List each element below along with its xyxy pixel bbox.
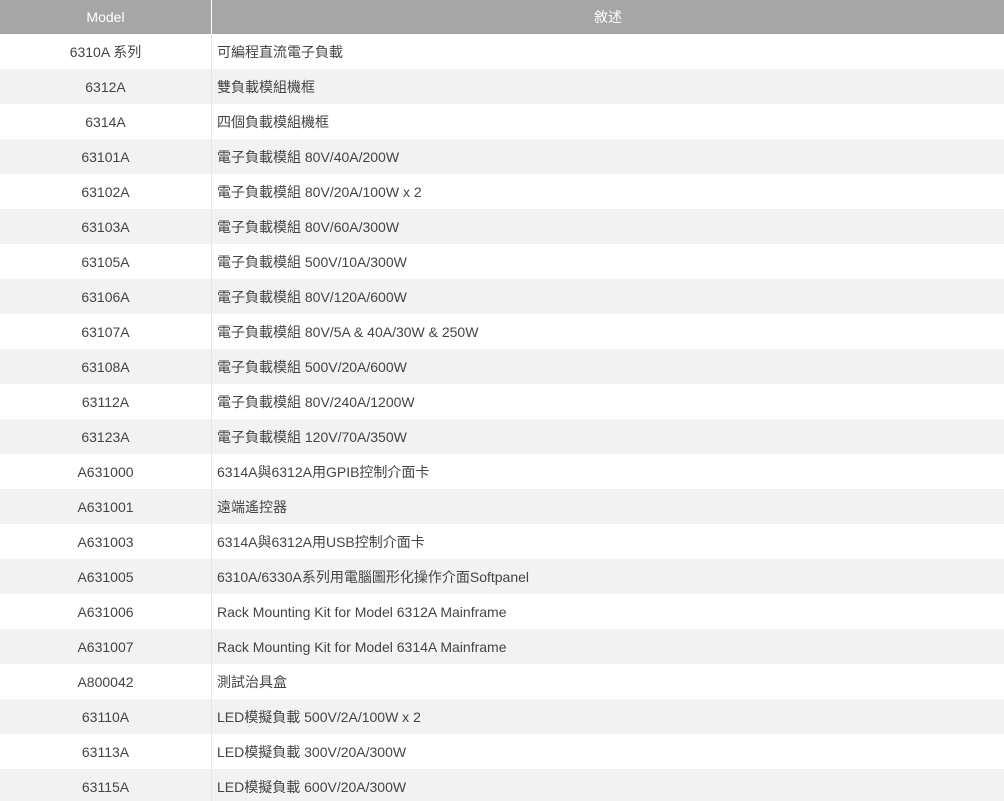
table-row: 6310A 系列 可編程直流電子負載 [0, 34, 1004, 69]
description-cell: 電子負載模組 80V/20A/100W x 2 [211, 174, 1004, 209]
table-row: 63106A 電子負載模組 80V/120A/600W [0, 279, 1004, 314]
model-cell: 63113A [0, 734, 212, 769]
table-row: 63107A 電子負載模組 80V/5A & 40A/30W & 250W [0, 314, 1004, 349]
header-description: 敘述 [211, 0, 1004, 34]
description-cell: 雙負載模組機框 [211, 69, 1004, 104]
table-row: A631001 遠端遙控器 [0, 489, 1004, 524]
table-header: Model 敘述 [0, 0, 1004, 34]
table-row: 6314A 四個負載模組機框 [0, 104, 1004, 139]
model-cell: 6310A 系列 [0, 34, 212, 69]
table-row: A631005 6310A/6330A系列用電腦圖形化操作介面Softpanel [0, 559, 1004, 594]
table-row: 63101A 電子負載模組 80V/40A/200W [0, 139, 1004, 174]
model-table: Model 敘述 6310A 系列 可編程直流電子負載 6312A 雙負載模組機框 63… [0, 0, 1004, 801]
table-row: 63112A 電子負載模組 80V/240A/1200W [0, 384, 1004, 419]
model-cell: 63123A [0, 419, 212, 454]
table-row: 63105A 電子負載模組 500V/10A/300W [0, 244, 1004, 279]
table-row: 63108A 電子負載模組 500V/20A/600W [0, 349, 1004, 384]
model-cell: 6312A [0, 69, 212, 104]
description-cell: LED模擬負載 500V/2A/100W x 2 [211, 699, 1004, 734]
description-cell: 電子負載模組 80V/5A & 40A/30W & 250W [211, 314, 1004, 349]
description-cell: 電子負載模組 80V/60A/300W [211, 209, 1004, 244]
model-cell: 63103A [0, 209, 212, 244]
model-cell: 6314A [0, 104, 212, 139]
model-cell: 63102A [0, 174, 212, 209]
description-cell: 電子負載模組 500V/10A/300W [211, 244, 1004, 279]
model-cell: A631001 [0, 489, 212, 524]
header-row: Model 敘述 [0, 0, 1004, 34]
description-cell: 四個負載模組機框 [211, 104, 1004, 139]
table-row: A631006 Rack Mounting Kit for Model 6312A… [0, 594, 1004, 629]
model-cell: 63108A [0, 349, 212, 384]
model-cell: A631005 [0, 559, 212, 594]
model-cell: A800042 [0, 664, 212, 699]
description-cell: 6314A與6312A用USB控制介面卡 [211, 524, 1004, 559]
model-cell: A631007 [0, 629, 212, 664]
table-row: 63115A LED模擬負載 600V/20A/300W [0, 769, 1004, 801]
model-cell: 63105A [0, 244, 212, 279]
model-cell: 63112A [0, 384, 212, 419]
description-cell: 6310A/6330A系列用電腦圖形化操作介面Softpanel [211, 559, 1004, 594]
table-row: 6312A 雙負載模組機框 [0, 69, 1004, 104]
description-cell: LED模擬負載 600V/20A/300W [211, 769, 1004, 801]
description-cell: 電子負載模組 80V/240A/1200W [211, 384, 1004, 419]
table-row: A631007 Rack Mounting Kit for Model 6314A… [0, 629, 1004, 664]
header-model: Model [0, 0, 212, 34]
model-cell: 63107A [0, 314, 212, 349]
table-row: A800042 測試治具盒 [0, 664, 1004, 699]
model-cell: 63115A [0, 769, 212, 801]
table-row: A631003 6314A與6312A用USB控制介面卡 [0, 524, 1004, 559]
description-cell: 測試治具盒 [211, 664, 1004, 699]
description-cell: 遠端遙控器 [211, 489, 1004, 524]
model-cell: 63110A [0, 699, 212, 734]
model-cell: 63106A [0, 279, 212, 314]
table-row: 63103A 電子負載模組 80V/60A/300W [0, 209, 1004, 244]
description-cell: Rack Mounting Kit for Model 6314A Mainfr… [211, 629, 1004, 664]
model-cell: 63101A [0, 139, 212, 174]
description-cell: 可編程直流電子負載 [211, 34, 1004, 69]
model-cell: A631000 [0, 454, 212, 489]
description-cell: 電子負載模組 80V/120A/600W [211, 279, 1004, 314]
description-cell: Rack Mounting Kit for Model 6312A Mainfr… [211, 594, 1004, 629]
table-row: 63113A LED模擬負載 300V/20A/300W [0, 734, 1004, 769]
description-cell: 6314A與6312A用GPIB控制介面卡 [211, 454, 1004, 489]
table-row: 63123A 電子負載模組 120V/70A/350W [0, 419, 1004, 454]
description-cell: LED模擬負載 300V/20A/300W [211, 734, 1004, 769]
description-cell: 電子負載模組 120V/70A/350W [211, 419, 1004, 454]
description-cell: 電子負載模組 500V/20A/600W [211, 349, 1004, 384]
table-row: 63102A 電子負載模組 80V/20A/100W x 2 [0, 174, 1004, 209]
model-cell: A631006 [0, 594, 212, 629]
model-cell: A631003 [0, 524, 212, 559]
description-cell: 電子負載模組 80V/40A/200W [211, 139, 1004, 174]
table-row: A631000 6314A與6312A用GPIB控制介面卡 [0, 454, 1004, 489]
table-body: 6310A 系列 可編程直流電子負載 6312A 雙負載模組機框 6314A 四個負載模組… [0, 34, 1004, 801]
table-row: 63110A LED模擬負載 500V/2A/100W x 2 [0, 699, 1004, 734]
